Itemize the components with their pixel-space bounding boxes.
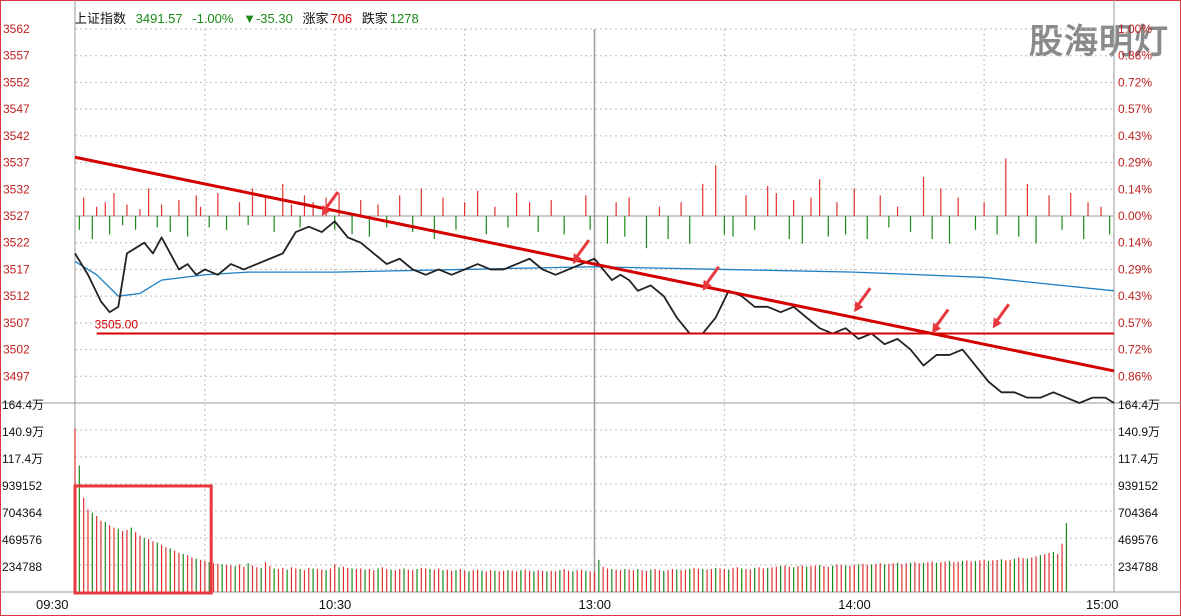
- arrow-marker-shaft: [994, 303, 1010, 324]
- price-tick-label: 3527: [3, 209, 30, 223]
- arrow-marker-shaft: [856, 287, 872, 308]
- volume-tick-label: 939152: [2, 479, 42, 493]
- price-tick-label: 3507: [3, 316, 30, 330]
- pct-tick-label: 0.72%: [1118, 343, 1152, 357]
- pct-tick-label: 0.14%: [1118, 182, 1152, 196]
- time-tick-label: 09:30: [36, 597, 69, 612]
- price-tick-label: 3532: [3, 182, 30, 196]
- volume-tick-label: 704364: [2, 506, 42, 520]
- volume-tick-label: 234788: [2, 560, 42, 574]
- pct-tick-label: 0.29%: [1118, 262, 1152, 276]
- support-line-label: 3505.00: [95, 318, 139, 332]
- pct-tick-label: 0.14%: [1118, 236, 1152, 250]
- arrow-marker-shaft: [933, 308, 950, 329]
- volume-tick-label-right: 164.4万: [1118, 398, 1160, 412]
- intraday-chart: 3562 3557 3552 3547 3542 3537 3532 3527 3522 3517…: [0, 0, 1181, 612]
- volume-tick-label-right: 234788: [1118, 560, 1158, 574]
- pct-tick-label: 0.72%: [1118, 75, 1152, 89]
- price-tick-label: 3542: [3, 129, 30, 143]
- pct-tick-label: 0.00%: [1118, 209, 1152, 223]
- price-tick-label: 3552: [3, 75, 30, 89]
- pct-tick-label: 0.57%: [1118, 102, 1152, 116]
- pct-tick-label: 0.86%: [1118, 49, 1152, 63]
- volume-tick-label: 164.4万: [2, 398, 44, 412]
- volume-highlight-box: [73, 484, 213, 595]
- volume-tick-label-right: 469576: [1118, 533, 1158, 547]
- price-tick-label: 3497: [3, 369, 30, 383]
- time-tick-label: 13:00: [579, 597, 612, 612]
- time-tick-label: 10:30: [319, 597, 352, 612]
- volume-tick-label: 140.9万: [2, 425, 44, 439]
- price-tick-label: 3517: [3, 262, 30, 276]
- price-tick-label: 3502: [3, 343, 30, 357]
- time-tick-label: 14:00: [838, 597, 871, 612]
- volume-tick-label: 117.4万: [2, 452, 43, 466]
- volume-tick-label-right: 704364: [1118, 506, 1158, 520]
- price-tick-label: 3522: [3, 236, 30, 250]
- arrow-marker-shaft: [323, 191, 339, 211]
- pct-tick-label: 0.43%: [1118, 289, 1152, 303]
- arrow-marker-shaft: [574, 239, 591, 259]
- pct-tick-label: 0.86%: [1118, 369, 1152, 383]
- volume-tick-label-right: 939152: [1118, 479, 1158, 493]
- volume-tick-label: 469576: [2, 533, 42, 547]
- time-tick-label: 15:00: [1086, 597, 1119, 612]
- pct-tick-label: 0.57%: [1118, 316, 1152, 330]
- price-tick-label: 3537: [3, 156, 30, 170]
- pct-tick-label: 0.43%: [1118, 129, 1152, 143]
- price-tick-label: 3557: [3, 49, 30, 63]
- price-tick-label: 3512: [3, 289, 30, 303]
- volume-tick-label-right: 140.9万: [1118, 425, 1160, 439]
- pct-tick-label: 1.00%: [1118, 22, 1152, 36]
- volume-tick-label-right: 117.4万: [1118, 452, 1159, 466]
- price-tick-label: 3547: [3, 102, 30, 116]
- price-tick-label: 3562: [3, 22, 30, 36]
- pct-tick-label: 0.29%: [1118, 156, 1152, 170]
